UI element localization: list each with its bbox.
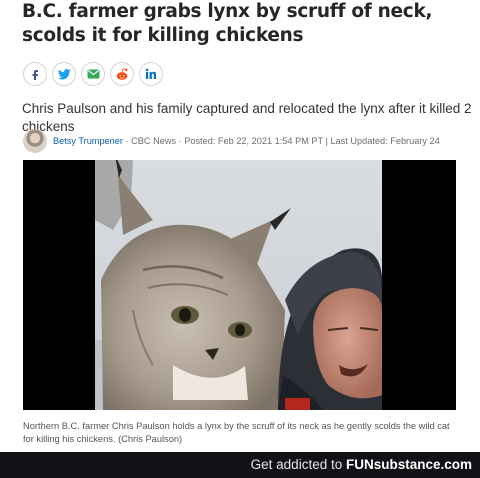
- footer-brand[interactable]: FUNsubstance.com: [346, 457, 472, 472]
- share-facebook-button[interactable]: [23, 62, 47, 86]
- byline: Betsy Trumpener · CBC News · Posted: Feb…: [23, 128, 440, 154]
- byline-text: Betsy Trumpener · CBC News · Posted: Feb…: [53, 136, 440, 146]
- share-bar: [23, 62, 163, 86]
- email-icon: [87, 69, 99, 79]
- reddit-icon: [116, 67, 128, 80]
- share-linkedin-button[interactable]: [139, 62, 163, 86]
- footer-text: Get addicted to FUNsubstance.com: [251, 457, 472, 472]
- byline-meta: · CBC News · Posted: Feb 22, 2021 1:54 P…: [122, 136, 440, 146]
- twitter-icon: [57, 68, 71, 79]
- article-photo[interactable]: [23, 160, 456, 410]
- article-headline: B.C. farmer grabs lynx by scruff of neck…: [22, 1, 433, 46]
- share-reddit-button[interactable]: [110, 62, 134, 86]
- watermark-footer: Get addicted to FUNsubstance.com: [0, 452, 480, 478]
- lynx-photo-image: [95, 160, 383, 410]
- photo-caption: Northern B.C. farmer Chris Paulson holds…: [23, 421, 450, 444]
- share-twitter-button[interactable]: [52, 62, 76, 86]
- author-link[interactable]: Betsy Trumpener: [53, 136, 123, 146]
- footer-prefix: Get addicted to: [250, 457, 346, 472]
- linkedin-icon: [145, 68, 156, 79]
- share-email-button[interactable]: [81, 62, 105, 86]
- author-avatar: [23, 129, 47, 153]
- facebook-icon: [32, 70, 38, 80]
